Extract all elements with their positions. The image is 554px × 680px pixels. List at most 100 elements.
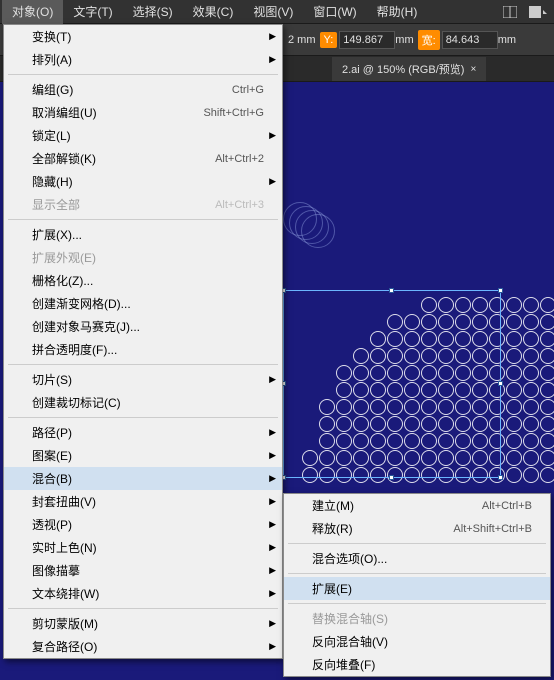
object-menu-item[interactable]: 切片(S)▶ <box>4 368 282 391</box>
object-menu-dropdown: 变换(T)▶排列(A)▶编组(G)Ctrl+G取消编组(U)Shift+Ctrl… <box>3 24 283 659</box>
object-menu-item[interactable]: 混合(B) ▶ <box>4 467 282 490</box>
menu-item-label: 反向混合轴(V) <box>312 633 532 650</box>
blend-submenu-dropdown: 建立(M)Alt+Ctrl+B释放(R)Alt+Shift+Ctrl+B混合选项… <box>283 493 551 677</box>
w-label: 宽: <box>418 30 440 50</box>
y-input[interactable] <box>339 31 395 49</box>
workspace-switcher-icon[interactable] <box>526 2 550 22</box>
menu-item-label: 混合(B) <box>32 470 264 487</box>
menu-item-label: 栅格化(Z)... <box>32 272 264 289</box>
blend-submenu-item[interactable]: 反向堆叠(F) <box>284 653 550 676</box>
submenu-arrow-icon: ▶ <box>269 427 276 438</box>
menu-shortcut: Ctrl+G <box>232 84 264 96</box>
object-menu-item[interactable]: 变换(T) ▶ <box>4 25 282 48</box>
object-menu-item[interactable]: 剪切蒙版(M)▶ <box>4 612 282 635</box>
menu-item-label: 创建对象马赛克(J)... <box>32 318 264 335</box>
menu-item-label: 锁定(L) <box>32 127 264 144</box>
w-unit: mm <box>498 34 516 46</box>
object-menu-item[interactable]: 创建渐变网格(D)... <box>4 292 282 315</box>
menu-view[interactable]: 视图(V) <box>243 0 303 24</box>
separator <box>8 364 278 365</box>
menu-item-label: 建立(M) <box>312 497 482 514</box>
object-menu-item[interactable]: 扩展(X)... <box>4 223 282 246</box>
submenu-arrow-icon: ▶ <box>269 588 276 599</box>
menu-shortcut: Shift+Ctrl+G <box>203 107 264 119</box>
menu-item-label: 切片(S) <box>32 371 264 388</box>
object-menu-item[interactable]: 拼合透明度(F)... <box>4 338 282 361</box>
menu-item-label: 扩展外观(E) <box>32 249 264 266</box>
separator <box>288 603 546 604</box>
menu-bar: 对象(O) 文字(T) 选择(S) 效果(C) 视图(V) 窗口(W) 帮助(H… <box>0 0 554 24</box>
object-menu-item[interactable]: 栅格化(Z)... <box>4 269 282 292</box>
submenu-arrow-icon: ▶ <box>269 473 276 484</box>
menu-window[interactable]: 窗口(W) <box>303 0 366 24</box>
menu-help[interactable]: 帮助(H) <box>367 0 428 24</box>
menu-item-label: 反向堆叠(F) <box>312 656 532 673</box>
separator <box>8 219 278 220</box>
selection-bbox <box>283 290 501 478</box>
object-menu-item: 扩展外观(E) <box>4 246 282 269</box>
menu-shortcut: Alt+Ctrl+2 <box>215 153 264 165</box>
arrange-docs-icon[interactable] <box>498 2 522 22</box>
object-menu-item[interactable]: 隐藏(H)▶ <box>4 170 282 193</box>
menu-item-label: 复合路径(O) <box>32 638 264 655</box>
separator <box>288 543 546 544</box>
object-menu-item[interactable]: 复合路径(O) ▶ <box>4 635 282 658</box>
menu-item-label: 创建裁切标记(C) <box>32 394 264 411</box>
blend-submenu-item[interactable]: 反向混合轴(V) <box>284 630 550 653</box>
object-menu-item[interactable]: 图像描摹 ▶ <box>4 559 282 582</box>
menu-item-label: 实时上色(N) <box>32 539 264 556</box>
menu-select[interactable]: 选择(S) <box>123 0 183 24</box>
object-menu-item[interactable]: 取消编组(U)Shift+Ctrl+G <box>4 101 282 124</box>
object-menu-item[interactable]: 排列(A)▶ <box>4 48 282 71</box>
submenu-arrow-icon: ▶ <box>269 31 276 42</box>
object-menu-item[interactable]: 图案(E) ▶ <box>4 444 282 467</box>
submenu-arrow-icon: ▶ <box>269 496 276 507</box>
submenu-arrow-icon: ▶ <box>269 641 276 652</box>
submenu-arrow-icon: ▶ <box>269 54 276 65</box>
menu-item-label: 释放(R) <box>312 520 453 537</box>
object-menu-item[interactable]: 创建裁切标记(C) <box>4 391 282 414</box>
close-icon[interactable]: × <box>470 64 476 75</box>
document-tab[interactable]: 2.ai @ 150% (RGB/预览) × <box>332 57 486 81</box>
object-menu-item[interactable]: 实时上色(N) ▶ <box>4 536 282 559</box>
menu-item-label: 剪切蒙版(M) <box>32 615 264 632</box>
w-input[interactable] <box>442 31 498 49</box>
menu-object[interactable]: 对象(O) <box>2 0 63 24</box>
menu-item-label: 变换(T) <box>32 28 264 45</box>
object-menu-item[interactable]: 编组(G)Ctrl+G <box>4 78 282 101</box>
menu-item-label: 封套扭曲(V) <box>32 493 264 510</box>
menu-effect[interactable]: 效果(C) <box>183 0 244 24</box>
menu-item-label: 扩展(E) <box>312 580 532 597</box>
object-menu-item[interactable]: 全部解锁(K)Alt+Ctrl+2 <box>4 147 282 170</box>
object-menu-item[interactable]: 创建对象马赛克(J)... <box>4 315 282 338</box>
object-menu-item[interactable]: 透视(P)▶ <box>4 513 282 536</box>
blend-submenu-item[interactable]: 释放(R)Alt+Shift+Ctrl+B <box>284 517 550 540</box>
submenu-arrow-icon: ▶ <box>269 565 276 576</box>
menu-item-label: 显示全部 <box>32 196 215 213</box>
menu-shortcut: Alt+Ctrl+3 <box>215 199 264 211</box>
blend-submenu-item[interactable]: 扩展(E) <box>284 577 550 600</box>
menu-item-label: 透视(P) <box>32 516 264 533</box>
submenu-arrow-icon: ▶ <box>269 450 276 461</box>
blend-submenu-item: 替换混合轴(S) <box>284 607 550 630</box>
blend-submenu-item[interactable]: 建立(M)Alt+Ctrl+B <box>284 494 550 517</box>
object-menu-item[interactable]: 文本绕排(W)▶ <box>4 582 282 605</box>
menu-item-label: 图案(E) <box>32 447 264 464</box>
menu-item-label: 路径(P) <box>32 424 264 441</box>
submenu-arrow-icon: ▶ <box>269 176 276 187</box>
tab-label: 2.ai @ 150% (RGB/预览) <box>342 61 464 77</box>
menu-item-label: 全部解锁(K) <box>32 150 215 167</box>
blend-submenu-item[interactable]: 混合选项(O)... <box>284 547 550 570</box>
menu-shortcut: Alt+Shift+Ctrl+B <box>453 523 532 535</box>
submenu-arrow-icon: ▶ <box>269 542 276 553</box>
menu-text[interactable]: 文字(T) <box>63 0 122 24</box>
menu-item-label: 图像描摹 <box>32 562 264 579</box>
menu-item-label: 拼合透明度(F)... <box>32 341 264 358</box>
object-menu-item[interactable]: 锁定(L)▶ <box>4 124 282 147</box>
object-menu-item[interactable]: 封套扭曲(V) ▶ <box>4 490 282 513</box>
object-menu-item[interactable]: 路径(P) ▶ <box>4 421 282 444</box>
y-label: Y: <box>320 32 338 48</box>
separator <box>8 417 278 418</box>
y-unit: mm <box>395 34 413 46</box>
menu-item-label: 扩展(X)... <box>32 226 264 243</box>
